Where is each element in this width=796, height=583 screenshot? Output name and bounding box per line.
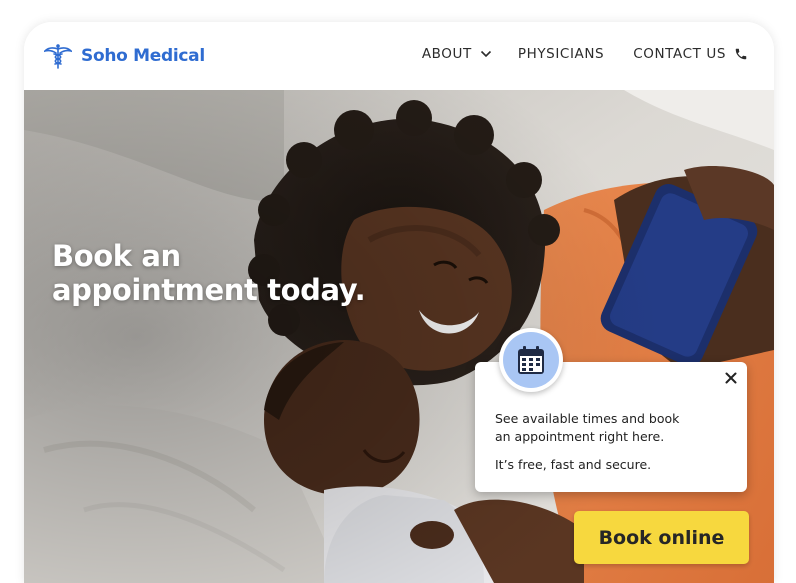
navbar: Soho Medical ABOUT PHYSICIANS CONTACT US (24, 22, 774, 90)
calendar-badge-circle (503, 332, 559, 388)
hero-section: Book an appointment today. See available… (24, 90, 774, 583)
close-icon[interactable] (723, 370, 739, 386)
book-online-button[interactable]: Book online (574, 511, 749, 564)
popup-text-line-1: See available times and book (495, 411, 680, 426)
calendar-icon (518, 346, 544, 374)
main-nav: ABOUT PHYSICIANS CONTACT US (422, 46, 748, 62)
popup-text-line-3: It’s free, fast and secure. (495, 457, 652, 472)
chevron-down-icon (480, 50, 491, 58)
caduceus-icon (44, 44, 72, 69)
popup-text-line-2: an appointment right here. (495, 429, 665, 444)
phone-icon (735, 48, 747, 60)
nav-contact-us[interactable]: CONTACT US (633, 46, 748, 62)
nav-contact-label: CONTACT US (633, 46, 726, 62)
nav-about-label: ABOUT (421, 46, 472, 62)
hero-headline: Book an appointment today. (52, 239, 412, 307)
nav-about[interactable]: ABOUT (422, 46, 492, 62)
headline-line-1: Book an (52, 239, 181, 273)
brand-logo[interactable]: Soho Medical (44, 42, 205, 70)
hero-photo (24, 90, 774, 583)
brand-name: Soho Medical (81, 46, 205, 66)
nav-physicians-label: PHYSICIANS (517, 46, 605, 62)
browser-frame: Soho Medical ABOUT PHYSICIANS CONTACT US (24, 22, 774, 583)
headline-line-2: appointment today. (52, 273, 366, 307)
calendar-badge (499, 328, 563, 392)
nav-physicians[interactable]: PHYSICIANS (518, 46, 604, 62)
